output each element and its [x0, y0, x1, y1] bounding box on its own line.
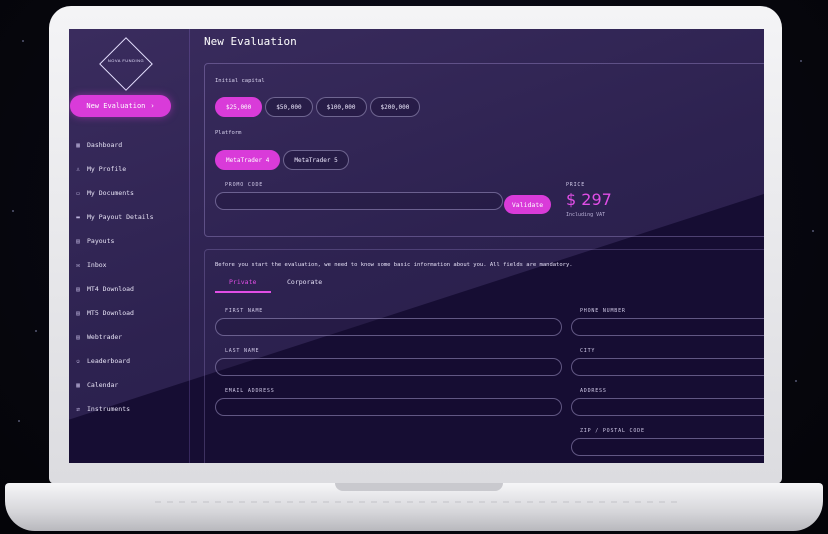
- sidebar-item-label: Webtrader: [87, 333, 123, 341]
- last-name-label: LAST NAME: [225, 348, 260, 354]
- city-field[interactable]: [571, 358, 764, 376]
- sidebar-item-mt4-download[interactable]: ▤ MT4 Download: [69, 277, 189, 301]
- sidebar-item-mt5-download[interactable]: ▤ MT5 Download: [69, 301, 189, 325]
- sidebar-item-label: Calendar: [87, 381, 119, 389]
- evaluation-options-card: Initial capital $25,000 $50,000 $100,000 $2…: [204, 63, 764, 237]
- sidebar-item-label: Dashboard: [87, 141, 123, 149]
- download-icon: ▤: [76, 309, 80, 317]
- sidebar-item-payouts[interactable]: ▤ Payouts: [69, 229, 189, 253]
- sidebar-item-label: Inbox: [87, 261, 107, 269]
- sidebar-item-label: Leaderboard: [87, 357, 131, 365]
- platform-option-1[interactable]: MetaTrader 4: [215, 150, 281, 170]
- price-label: PRICE: [566, 182, 586, 188]
- capital-label: Initial capital: [215, 78, 265, 84]
- payout-icon: ▤: [76, 237, 80, 245]
- promo-code-input[interactable]: [215, 192, 503, 210]
- sidebar-item-label: Payouts: [87, 237, 115, 245]
- city-label: CITY: [580, 348, 596, 354]
- sidebar-item-label: Instruments: [87, 405, 131, 413]
- browser-icon: ▤: [76, 333, 80, 341]
- sidebar-item-label: My Profile: [87, 165, 127, 173]
- price-value: $ 297: [566, 190, 612, 209]
- capital-option-4[interactable]: $200,000: [369, 97, 421, 117]
- sidebar-item-inbox[interactable]: ✉ Inbox: [69, 253, 189, 277]
- active-tab-indicator: [215, 291, 271, 293]
- sidebar-item-dashboard[interactable]: ▦ Dashboard: [69, 133, 189, 157]
- address-label: ADDRESS: [580, 388, 607, 394]
- trophy-icon: ♔: [76, 357, 80, 365]
- chevron-right-icon: ›: [150, 102, 155, 110]
- page-title: New Evaluation: [204, 35, 297, 48]
- sidebar-item-instruments[interactable]: ⇄ Instruments: [69, 397, 189, 421]
- form-intro-text: Before you start the evaluation, we need…: [215, 262, 573, 268]
- price-note: Including VAT: [566, 212, 606, 218]
- sidebar-item-calendar[interactable]: ▦ Calendar: [69, 373, 189, 397]
- sidebar-nav: ▦ Dashboard ♙ My Profile ▭ My Documents ▬ My Pa…: [69, 133, 189, 421]
- capital-option-1[interactable]: $25,000: [215, 97, 263, 117]
- grid-icon: ▦: [76, 141, 80, 149]
- tab-private[interactable]: Private: [229, 278, 256, 286]
- sidebar-item-my-documents[interactable]: ▭ My Documents: [69, 181, 189, 205]
- platform-label: Platform: [215, 130, 242, 136]
- laptop-screen: NOVA FUNDING New Evaluation › ▦ Dashboard…: [69, 29, 764, 463]
- email-label: EMAIL ADDRESS: [225, 388, 275, 394]
- promo-code-label: PROMO CODE: [225, 182, 264, 188]
- inbox-icon: ✉: [76, 261, 80, 269]
- capital-option-2[interactable]: $50,000: [265, 97, 313, 117]
- sidebar-item-my-payout-details[interactable]: ▬ My Payout Details: [69, 205, 189, 229]
- personal-info-card: Before you start the evaluation, we need…: [204, 249, 764, 463]
- sidebar-item-webtrader[interactable]: ▤ Webtrader: [69, 325, 189, 349]
- logo-text: NOVA FUNDING: [107, 58, 145, 63]
- first-name-field[interactable]: [215, 318, 562, 336]
- sidebar-item-label: MT4 Download: [87, 285, 134, 293]
- new-evaluation-button[interactable]: New Evaluation ›: [70, 95, 171, 117]
- capital-option-3[interactable]: $100,000: [315, 97, 367, 117]
- laptop-base: [5, 483, 823, 531]
- platform-options: MetaTrader 4 MetaTrader 5: [215, 150, 349, 170]
- user-icon: ♙: [76, 165, 80, 173]
- capital-options: $25,000 $50,000 $100,000 $200,000: [215, 97, 421, 117]
- logo-icon: [99, 37, 153, 91]
- swap-icon: ⇄: [76, 405, 80, 413]
- new-evaluation-label: New Evaluation: [86, 102, 146, 110]
- sidebar-item-label: MT5 Download: [87, 309, 134, 317]
- card-icon: ▬: [76, 213, 80, 221]
- validate-button[interactable]: Validate: [504, 195, 551, 214]
- document-icon: ▭: [76, 189, 80, 197]
- phone-label: PHONE NUMBER: [580, 308, 626, 314]
- platform-option-2[interactable]: MetaTrader 5: [283, 150, 349, 170]
- sidebar-item-label: My Documents: [87, 189, 134, 197]
- tab-corporate[interactable]: Corporate: [287, 278, 322, 286]
- download-icon: ▤: [76, 285, 80, 293]
- last-name-field[interactable]: [215, 358, 562, 376]
- sidebar-item-label: My Payout Details: [87, 213, 154, 221]
- sidebar-item-leaderboard[interactable]: ♔ Leaderboard: [69, 349, 189, 373]
- sidebar: NOVA FUNDING New Evaluation › ▦ Dashboard…: [69, 29, 190, 463]
- sidebar-item-my-profile[interactable]: ♙ My Profile: [69, 157, 189, 181]
- first-name-label: FIRST NAME: [225, 308, 264, 314]
- zip-label: ZIP / POSTAL CODE: [580, 428, 645, 434]
- phone-field[interactable]: [571, 318, 764, 336]
- email-field[interactable]: [215, 398, 562, 416]
- address-field[interactable]: [571, 398, 764, 416]
- zip-field[interactable]: [571, 438, 764, 456]
- calendar-icon: ▦: [76, 381, 80, 389]
